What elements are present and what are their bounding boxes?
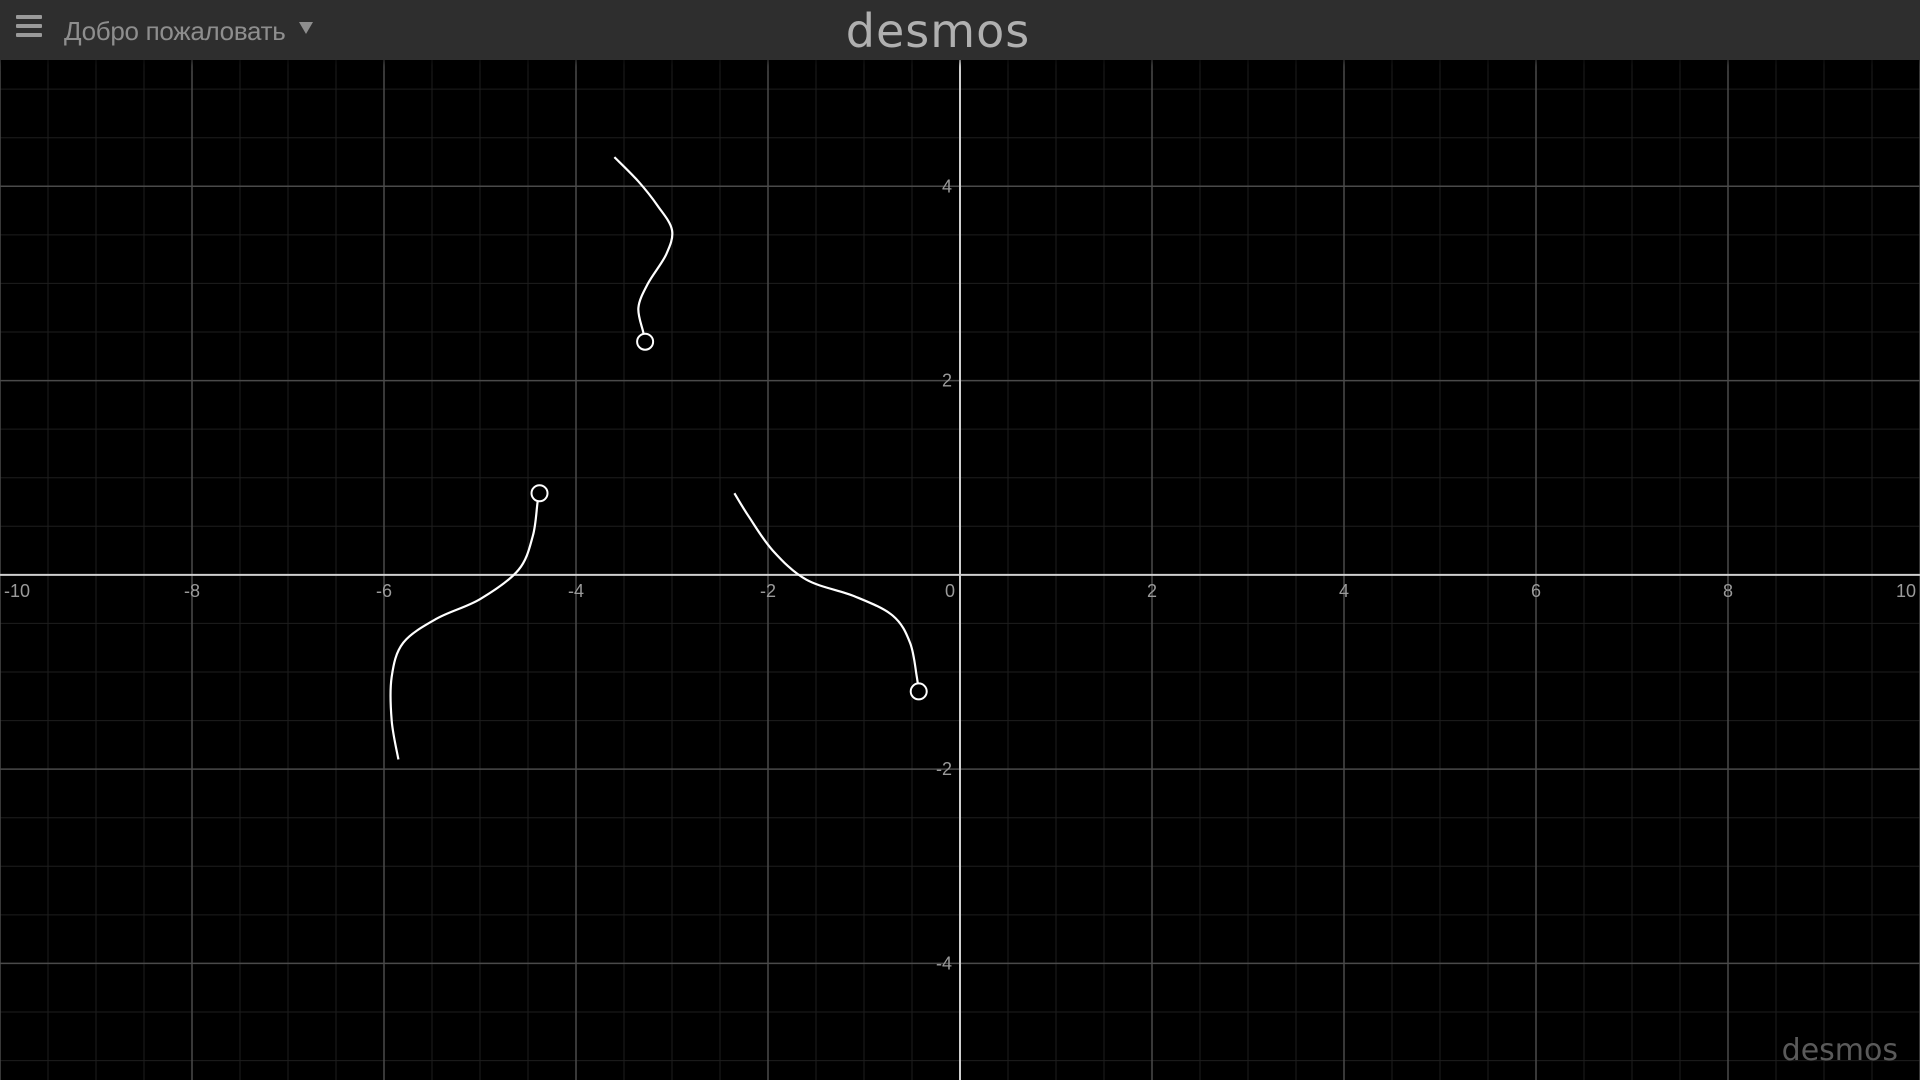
x-tick-label: 8 [1723, 581, 1733, 601]
open-endpoint-3 [909, 682, 928, 701]
x-tick-label: 6 [1531, 581, 1541, 601]
y-tick-label: 4 [942, 176, 952, 196]
x-tick-label: -10 [4, 581, 30, 601]
x-tick-label: 2 [1147, 581, 1157, 601]
y-tick-label: -2 [936, 759, 952, 779]
graph-canvas[interactable]: -10 -8 -6 -4 -2 0 2 4 6 8 10 4 2 -2 -4 [0, 60, 1920, 1080]
top-bar: Добро пожаловать desmos [0, 0, 1920, 60]
open-endpoint-1 [636, 332, 655, 351]
x-tick-label: -2 [760, 581, 776, 601]
x-tick-label: 4 [1339, 581, 1349, 601]
x-tick-label: 0 [945, 581, 955, 601]
y-tick-label: 2 [942, 371, 952, 391]
x-tick-label: 10 [1896, 581, 1916, 601]
graph-paper[interactable]: -10 -8 -6 -4 -2 0 2 4 6 8 10 4 2 -2 -4 desmos [0, 60, 1920, 1080]
y-tick-label: -4 [936, 953, 952, 973]
x-tick-label: -8 [184, 581, 200, 601]
curve-2 [389, 492, 541, 760]
x-tick-label: -4 [568, 581, 584, 601]
desmos-watermark: desmos [1782, 1036, 1898, 1066]
x-tick-label: -6 [376, 581, 392, 601]
curve-1 [613, 156, 674, 342]
desmos-logo: desmos [845, 4, 1031, 58]
open-endpoint-2 [530, 484, 549, 503]
watermark-brand: desmos [1781, 1033, 1898, 1068]
